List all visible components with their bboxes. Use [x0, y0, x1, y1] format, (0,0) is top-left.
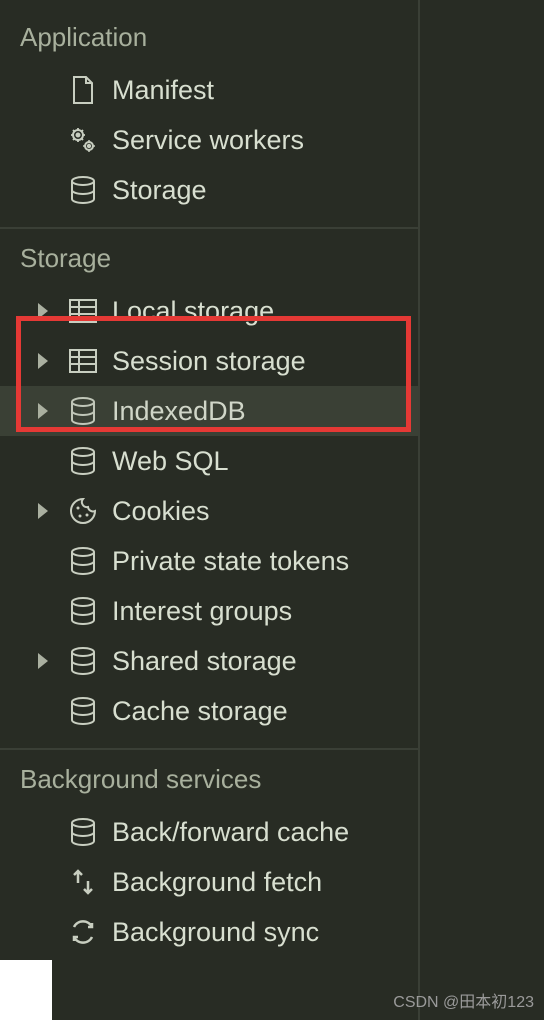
- expand-arrow-icon: [38, 503, 48, 519]
- fetch-icon: [64, 867, 102, 897]
- item-label: Back/forward cache: [112, 817, 418, 848]
- tree-item-interest-groups[interactable]: Interest groups: [0, 586, 418, 636]
- tree-item-background-sync[interactable]: Background sync: [0, 907, 418, 957]
- tree-item-websql[interactable]: Web SQL: [0, 436, 418, 486]
- gears-icon: [64, 125, 102, 155]
- expand-arrow-icon: [38, 353, 48, 369]
- database-icon: [64, 396, 102, 426]
- cookie-icon: [64, 496, 102, 526]
- tree-item-cache-storage[interactable]: Cache storage: [0, 686, 418, 736]
- database-icon: [64, 446, 102, 476]
- database-icon: [64, 596, 102, 626]
- item-label: Manifest: [112, 75, 418, 106]
- item-label: Service workers: [112, 125, 418, 156]
- tree-item-shared-storage[interactable]: Shared storage: [0, 636, 418, 686]
- database-icon: [64, 546, 102, 576]
- section-storage: Storage Local storage Session storage In…: [0, 229, 418, 750]
- tree-item-cookies[interactable]: Cookies: [0, 486, 418, 536]
- item-label: Interest groups: [112, 596, 418, 627]
- expand-arrow-icon: [38, 303, 48, 319]
- table-icon: [64, 298, 102, 324]
- devtools-sidebar: Application Manifest Service workers Sto…: [0, 0, 420, 1020]
- item-label: Background fetch: [112, 867, 418, 898]
- tree-item-manifest[interactable]: Manifest: [0, 65, 418, 115]
- database-icon: [64, 175, 102, 205]
- tree-item-storage[interactable]: Storage: [0, 165, 418, 215]
- item-label: Cache storage: [112, 696, 418, 727]
- tree-item-local-storage[interactable]: Local storage: [0, 286, 418, 336]
- tree-item-session-storage[interactable]: Session storage: [0, 336, 418, 386]
- item-label: Background sync: [112, 917, 418, 948]
- section-background-services: Background services Back/forward cache B…: [0, 750, 418, 969]
- item-label: Cookies: [112, 496, 418, 527]
- section-title-background: Background services: [0, 750, 418, 807]
- database-icon: [64, 646, 102, 676]
- watermark-text: CSDN @田本初123: [393, 988, 534, 1012]
- expand-arrow-icon: [38, 403, 48, 419]
- white-corner-overlay: [0, 960, 52, 1020]
- item-label: Shared storage: [112, 646, 418, 677]
- item-label: Local storage: [112, 296, 418, 327]
- tree-item-indexeddb[interactable]: IndexedDB: [0, 386, 418, 436]
- database-icon: [64, 696, 102, 726]
- item-label: Web SQL: [112, 446, 418, 477]
- item-label: IndexedDB: [112, 396, 418, 427]
- item-label: Session storage: [112, 346, 418, 377]
- item-label: Private state tokens: [112, 546, 418, 577]
- database-icon: [64, 817, 102, 847]
- sync-icon: [64, 917, 102, 947]
- section-title-application: Application: [0, 8, 418, 65]
- tree-item-background-fetch[interactable]: Background fetch: [0, 857, 418, 907]
- expand-arrow-icon: [38, 653, 48, 669]
- tree-item-private-state-tokens[interactable]: Private state tokens: [0, 536, 418, 586]
- tree-item-back-forward-cache[interactable]: Back/forward cache: [0, 807, 418, 857]
- section-title-storage: Storage: [0, 229, 418, 286]
- table-icon: [64, 348, 102, 374]
- item-label: Storage: [112, 175, 418, 206]
- section-application: Application Manifest Service workers Sto…: [0, 8, 418, 229]
- document-icon: [64, 75, 102, 105]
- tree-item-service-workers[interactable]: Service workers: [0, 115, 418, 165]
